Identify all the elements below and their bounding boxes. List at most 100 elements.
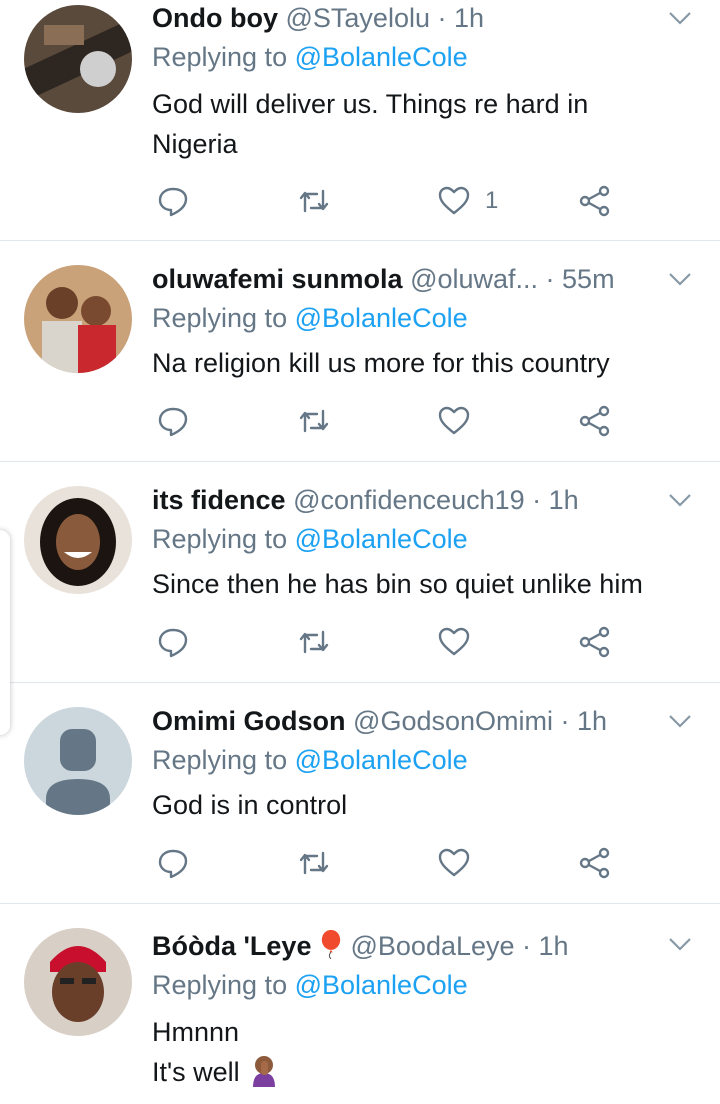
avatar[interactable]	[24, 707, 132, 815]
replying-to: Replying to @BolanleCole	[152, 745, 468, 776]
author-name[interactable]: Bóòda 'Leye	[152, 931, 311, 961]
tweet-header: Ondo boy @STayelolu · 1h	[152, 0, 484, 36]
replying-to-handle[interactable]: @BolanleCole	[295, 303, 468, 333]
share-icon	[579, 405, 610, 437]
chevron-down-icon[interactable]	[666, 707, 694, 735]
chevron-down-icon[interactable]	[666, 486, 694, 514]
replying-to-handle[interactable]: @BolanleCole	[295, 970, 468, 1000]
replying-to: Replying to @BolanleCole	[152, 303, 468, 334]
share-button[interactable]	[578, 401, 612, 441]
author-handle[interactable]: @confidenceuch19	[293, 485, 525, 515]
heart-icon	[438, 627, 470, 656]
author-handle[interactable]: @GodsonOmimi	[353, 706, 553, 736]
replying-prefix: Replying to	[152, 42, 295, 72]
retweet-icon	[299, 409, 329, 433]
separator: ·	[514, 931, 539, 961]
chevron-down-icon[interactable]	[666, 4, 694, 32]
tweet-text: Na religion kill us more for this countr…	[152, 343, 610, 383]
avatar[interactable]	[24, 265, 132, 373]
author-name[interactable]: Ondo boy	[152, 3, 278, 33]
share-icon	[579, 185, 610, 217]
reply-icon	[158, 849, 188, 879]
separator: ·	[524, 485, 549, 515]
replying-prefix: Replying to	[152, 745, 295, 775]
chevron-down-icon[interactable]	[666, 930, 694, 958]
tweet-item[interactable]: oluwafemi sunmola @oluwaf... · 55m Reply…	[0, 241, 720, 462]
author-handle[interactable]: @STayelolu	[286, 3, 430, 33]
tweet-text-line: Na religion kill us more for this countr…	[152, 348, 610, 378]
reply-button[interactable]	[156, 401, 190, 441]
reply-button[interactable]	[156, 622, 190, 662]
action-bar	[152, 843, 632, 883]
tweet-text-line: Hmnnn	[152, 1017, 240, 1047]
replying-to-handle[interactable]: @BolanleCole	[295, 42, 468, 72]
heart-icon	[438, 186, 470, 215]
author-name[interactable]: its fidence	[152, 485, 286, 515]
timestamp[interactable]: 1h	[549, 485, 579, 515]
share-icon	[579, 847, 610, 879]
tweet-text-line: Nigeria	[152, 129, 238, 159]
tweet-item[interactable]: its fidence @confidenceuch19 · 1h Replyi…	[0, 462, 720, 683]
reply-button[interactable]	[156, 181, 190, 221]
reply-icon	[158, 187, 188, 217]
tweet-item[interactable]: Omimi Godson @GodsonOmimi · 1h Replying …	[0, 683, 720, 904]
retweet-button[interactable]	[297, 401, 331, 441]
retweet-button[interactable]	[297, 843, 331, 883]
tweet-header: Omimi Godson @GodsonOmimi · 1h	[152, 703, 607, 739]
avatar[interactable]	[24, 5, 132, 113]
tweet-text: God is in control	[152, 785, 347, 825]
like-button[interactable]: 1	[437, 181, 498, 221]
reply-button[interactable]	[156, 843, 190, 883]
author-handle[interactable]: @BoodaLeye	[351, 931, 515, 961]
chevron-down-icon[interactable]	[666, 265, 694, 293]
tweet-text: God will deliver us. Things re hard in N…	[152, 84, 588, 164]
replying-to-handle[interactable]: @BolanleCole	[295, 524, 468, 554]
author-handle[interactable]: @oluwaf...	[410, 264, 538, 294]
like-count: 1	[485, 187, 499, 214]
action-bar: 1	[152, 181, 632, 221]
like-button[interactable]	[437, 622, 471, 662]
tweet-item[interactable]: Bóòda 'Leye @BoodaLeye · 1h Replying to …	[0, 904, 720, 1104]
author-name[interactable]: Omimi Godson	[152, 706, 346, 736]
timestamp[interactable]: 1h	[577, 706, 607, 736]
timestamp[interactable]: 1h	[539, 931, 569, 961]
heart-icon	[438, 848, 470, 877]
replying-prefix: Replying to	[152, 970, 295, 1000]
avatar[interactable]	[24, 928, 132, 1036]
heart-icon	[438, 406, 470, 435]
replying-to-handle[interactable]: @BolanleCole	[295, 745, 468, 775]
separator: ·	[553, 706, 577, 736]
separator: ·	[429, 3, 454, 33]
author-name[interactable]: oluwafemi sunmola	[152, 264, 403, 294]
reply-icon	[158, 628, 188, 658]
tweet-text-line-2: It's well	[152, 1052, 281, 1092]
tweet-text-line: Since then he has bin so quiet unlike hi…	[152, 569, 643, 599]
tweet-text: Hmnnn It's well	[152, 1012, 281, 1092]
share-button[interactable]	[578, 181, 612, 221]
retweet-icon	[299, 189, 329, 213]
tweet-header: oluwafemi sunmola @oluwaf... · 55m	[152, 261, 615, 297]
timestamp[interactable]: 1h	[454, 3, 484, 33]
tweet-text: Since then he has bin so quiet unlike hi…	[152, 564, 643, 604]
like-button[interactable]	[437, 401, 471, 441]
action-bar	[152, 401, 632, 441]
like-button[interactable]	[437, 843, 471, 883]
retweet-icon	[299, 630, 329, 654]
tweet-header: its fidence @confidenceuch19 · 1h	[152, 482, 579, 518]
share-button[interactable]	[578, 843, 612, 883]
separator: ·	[538, 264, 563, 294]
side-panel-edge[interactable]	[0, 530, 10, 735]
tweet-text-line: God will deliver us. Things re hard in	[152, 89, 589, 119]
balloon-emoji	[321, 929, 341, 960]
retweet-icon	[299, 851, 329, 875]
tweet-header: Bóòda 'Leye @BoodaLeye · 1h	[152, 928, 569, 964]
tweet-text-line: It's well	[152, 1057, 240, 1087]
share-button[interactable]	[578, 622, 612, 662]
retweet-button[interactable]	[297, 622, 331, 662]
retweet-button[interactable]	[297, 181, 331, 221]
replying-prefix: Replying to	[152, 524, 295, 554]
timestamp[interactable]: 55m	[562, 264, 615, 294]
tweet-item[interactable]: Ondo boy @STayelolu · 1h Replying to @Bo…	[0, 0, 720, 241]
tweet-text-line: God is in control	[152, 790, 348, 820]
avatar[interactable]	[24, 486, 132, 594]
